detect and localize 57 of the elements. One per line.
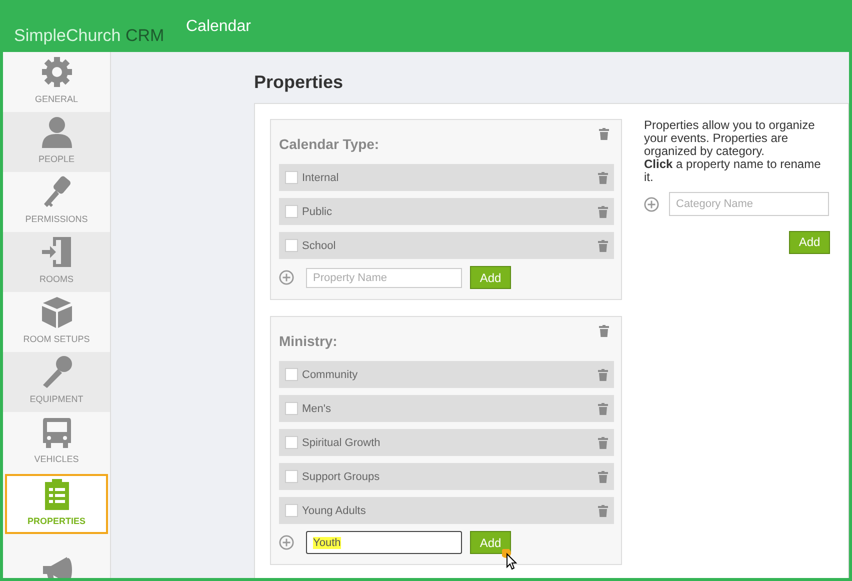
property-name[interactable]: Internal xyxy=(302,172,594,184)
property-name-field[interactable]: Property Name xyxy=(306,268,462,288)
sidebar-item[interactable]: PERMISSIONS xyxy=(3,172,110,232)
checkbox[interactable] xyxy=(285,504,298,517)
checkbox[interactable] xyxy=(285,436,298,449)
property-name[interactable]: Spiritual Growth xyxy=(302,436,594,448)
delete-icon[interactable] xyxy=(599,325,609,337)
delete-icon[interactable] xyxy=(599,128,609,140)
sidebar-label: ROOMS xyxy=(39,274,74,284)
property-name-field[interactable]: Youth xyxy=(306,531,462,554)
delete-icon[interactable] xyxy=(598,470,608,482)
property-name[interactable]: Young Adults xyxy=(302,504,594,516)
category-title[interactable]: Calendar Type: xyxy=(279,136,614,152)
sidebar-label: PERMISSIONS xyxy=(25,214,88,224)
add-button[interactable]: Add xyxy=(789,231,830,254)
delete-icon[interactable] xyxy=(598,436,608,448)
checkbox[interactable] xyxy=(285,239,298,252)
delete-icon[interactable] xyxy=(598,206,608,218)
delete-icon[interactable] xyxy=(598,172,608,184)
sidebar-label: EQUIPMENT xyxy=(30,394,84,404)
page-title: Properties xyxy=(254,72,344,93)
sidebar-label: VEHICLES xyxy=(34,454,79,464)
checkbox[interactable] xyxy=(285,205,298,218)
add-icon[interactable] xyxy=(279,270,294,285)
checkbox[interactable] xyxy=(285,470,298,483)
delete-icon[interactable] xyxy=(598,504,608,516)
help-text: Properties allow you to organize your events. Properties are organized by category. xyxy=(644,119,816,158)
sidebar-label: PROPERTIES xyxy=(27,516,86,526)
delete-icon[interactable] xyxy=(598,402,608,414)
checkbox[interactable] xyxy=(285,171,298,184)
add-icon[interactable] xyxy=(279,535,294,550)
sidebar-label: GENERAL xyxy=(34,94,78,104)
sidebar-item[interactable]: EQUIPMENT xyxy=(3,352,110,412)
property-name[interactable]: Public xyxy=(302,206,594,218)
add-button[interactable]: Add xyxy=(470,266,511,289)
sidebar-item[interactable]: PROPERTIES xyxy=(5,474,108,534)
sidebar-item[interactable]: ROOM SETUPS xyxy=(3,292,110,352)
property-name[interactable]: Community xyxy=(302,368,594,380)
sidebar-label: PEOPLE xyxy=(38,154,75,164)
sidebar-item[interactable]: PEOPLE xyxy=(3,112,110,172)
property-name[interactable]: Men's xyxy=(302,402,594,414)
sidebar-item[interactable]: GENERAL xyxy=(3,52,110,112)
sidebar-label: ROOM SETUPS xyxy=(23,334,90,344)
category-title[interactable]: Ministry: xyxy=(279,333,614,349)
property-name[interactable]: Support Groups xyxy=(302,470,594,482)
checkbox[interactable] xyxy=(285,368,298,381)
section-title: Calendar xyxy=(186,18,251,36)
checkbox[interactable] xyxy=(285,402,298,415)
delete-icon[interactable] xyxy=(598,368,608,380)
app-logo: SimpleChurch CRM xyxy=(13,24,166,46)
add-icon[interactable] xyxy=(644,196,659,212)
property-name[interactable]: School xyxy=(302,240,594,252)
help-text: Click a property name to rename it. xyxy=(644,158,822,184)
delete-icon[interactable] xyxy=(598,240,608,252)
category-name-field[interactable]: Category Name xyxy=(669,192,829,216)
sidebar-item[interactable]: VEHICLES xyxy=(3,412,110,472)
sidebar-item[interactable]: ROOMS xyxy=(3,232,110,292)
